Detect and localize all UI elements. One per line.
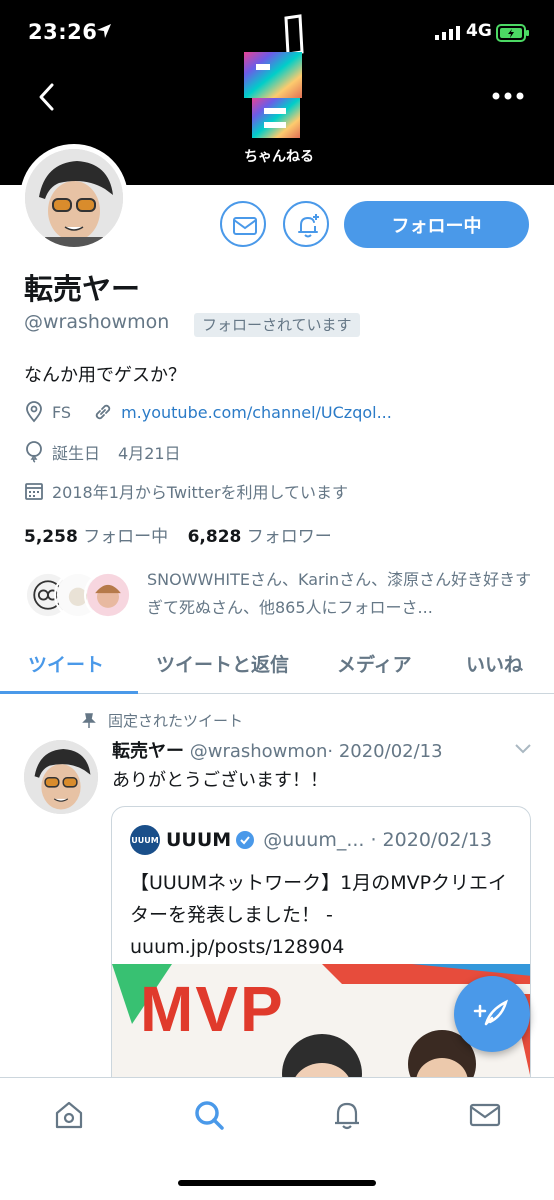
quote-date: · 2020/02/13 <box>370 829 493 851</box>
balloon-icon <box>26 441 42 463</box>
mvp-image-text: MVP <box>140 973 285 1045</box>
network-type: 4G <box>466 21 492 41</box>
quote-author-avatar: UUUM <box>130 825 160 855</box>
search-icon[interactable] <box>192 1098 226 1132</box>
birthday-value: 4月21日 <box>118 444 181 463</box>
tweet-author-name[interactable]: 転売ヤー <box>112 741 184 762</box>
back-icon[interactable] <box>30 80 64 114</box>
profile-bio: なんか用でゲスか？ <box>24 365 186 386</box>
location-arrow-icon <box>97 24 111 38</box>
messages-icon[interactable] <box>468 1098 502 1132</box>
home-icon[interactable] <box>52 1098 86 1132</box>
followed-by-avatars[interactable] <box>24 571 134 621</box>
joined-date: 2018年1月からTwitterを利用しています <box>52 483 349 502</box>
followers-label: フォロワー <box>246 527 332 547</box>
location-row: FS m.youtube.com/channel/UCzqol... <box>24 401 392 423</box>
tab-media[interactable]: メディア <box>337 650 412 677</box>
tab-likes[interactable]: いいね <box>466 650 523 677</box>
pin-icon <box>82 712 96 728</box>
more-options-icon[interactable] <box>490 84 526 108</box>
notifications-button[interactable] <box>283 201 329 247</box>
tab-tweets[interactable]: ツイート <box>28 650 104 677</box>
bell-plus-icon <box>298 214 319 238</box>
following-count: 5,258 <box>24 527 78 547</box>
avatar-photo <box>24 740 98 814</box>
quote-author-name: UUUM <box>166 829 232 851</box>
pinned-label-row: 固定されたツイート <box>82 710 243 731</box>
birthday-label: 誕生日 <box>52 444 101 463</box>
logo-caption: ちゃんねる <box>244 149 314 165</box>
pinned-label: 固定されたツイート <box>108 712 244 730</box>
location-pin-icon <box>26 401 42 423</box>
verified-badge-icon <box>236 831 255 849</box>
link-icon <box>95 404 111 420</box>
quoted-tweet-card[interactable]: UUUM UUUM @uuum_... · 2020/02/13 【UUUMネッ… <box>111 806 531 1106</box>
envelope-icon <box>233 217 257 235</box>
following-button[interactable]: フォロー中 <box>344 201 529 248</box>
signal-icon <box>435 26 460 40</box>
avatar-photo <box>25 149 123 247</box>
quote-header: UUUM UUUM @uuum_... · 2020/02/13 <box>130 825 492 855</box>
profile-avatar[interactable] <box>20 144 128 252</box>
profile-tabs: ツイート ツイートと返信 メディア いいね <box>0 636 554 694</box>
status-time: 23:26 <box>28 20 98 44</box>
followers-link[interactable]: 6,828 フォロワー <box>188 527 332 547</box>
tweet-author-avatar[interactable] <box>24 740 98 814</box>
notifications-icon[interactable] <box>330 1098 364 1132</box>
compose-tweet-button[interactable] <box>454 976 530 1052</box>
chevron-down-icon[interactable] <box>513 742 533 756</box>
quote-author-handle: @uuum_... <box>263 829 365 851</box>
profile-location: FS <box>52 402 72 422</box>
calendar-icon <box>25 483 43 500</box>
tweet-header: 転売ヤー @wrashowmon· 2020/02/13 <box>112 737 443 763</box>
following-link[interactable]: 5,258 フォロー中 <box>24 527 168 547</box>
profile-name: 転売ヤー <box>24 272 141 306</box>
birthday-row: 誕生日 4月21日 <box>24 440 181 464</box>
message-button[interactable] <box>220 201 266 247</box>
following-label: フォロー中 <box>83 527 169 547</box>
joined-row: 2018年1月からTwitterを利用しています <box>24 479 348 503</box>
profile-handle: @wrashowmon <box>24 311 170 333</box>
follow-counts: 5,258 フォロー中 6,828 フォロワー <box>24 522 332 547</box>
tweet-author-handle: @wrashowmon <box>189 741 328 762</box>
profile-website-link[interactable]: m.youtube.com/channel/UCzqol... <box>121 403 392 422</box>
home-indicator <box>178 1180 376 1186</box>
active-tab-indicator <box>0 691 138 694</box>
tweet-date: · 2020/02/13 <box>327 741 443 762</box>
quote-text: 【UUUMネットワーク】1月のMVPクリエイターを発表しました！ - uuum.… <box>130 872 508 958</box>
tab-tweets-and-replies[interactable]: ツイートと返信 <box>156 650 289 677</box>
follower-avatar <box>84 571 132 619</box>
followers-count: 6,828 <box>187 527 242 547</box>
compose-feather-icon <box>473 999 508 1026</box>
tweet-text: ありがとうございます！！ <box>112 770 328 791</box>
battery-icon <box>496 24 529 42</box>
follows-you-badge: フォローされています <box>194 313 360 337</box>
followed-by-text[interactable]: SNOWWHITEさん、Karinさん、漆原さん好き好きすぎて死ぬさん、他865… <box>147 566 537 622</box>
